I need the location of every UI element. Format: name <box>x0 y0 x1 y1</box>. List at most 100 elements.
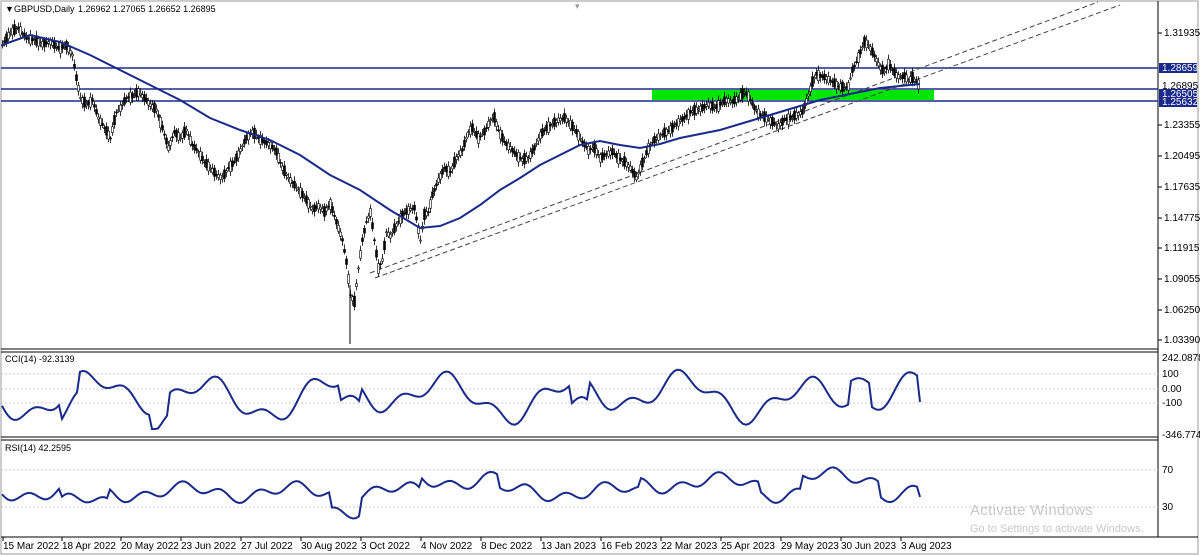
candle-body <box>449 170 452 173</box>
candle-body <box>771 117 774 126</box>
candle-body <box>201 155 204 162</box>
candle-body <box>455 156 458 160</box>
candle-body <box>483 127 486 136</box>
candle-body <box>461 148 464 152</box>
candle-body <box>487 121 490 128</box>
candle-body <box>361 237 364 242</box>
candle-body <box>185 128 188 132</box>
candle-body <box>877 62 880 67</box>
chart-frame <box>0 0 1199 555</box>
candle-body <box>333 214 336 217</box>
candle-body <box>133 94 136 96</box>
candle-body <box>205 159 208 169</box>
date-tick-label: 18 Apr 2022 <box>62 541 116 552</box>
candle-body <box>107 130 110 140</box>
candle-body <box>427 211 430 214</box>
price-tick-label: 1.03390 <box>1164 335 1200 346</box>
candle-body <box>419 239 422 242</box>
symbol-title: GBPUSD,Daily <box>14 4 75 14</box>
candle-body <box>435 183 438 187</box>
candle-body <box>91 98 94 102</box>
candle-body <box>7 32 10 40</box>
candle-body <box>277 152 280 163</box>
candle-body <box>381 258 384 262</box>
candle-body <box>541 128 544 137</box>
candle-body <box>5 33 8 43</box>
candle-body <box>331 206 334 214</box>
candle-body <box>339 231 342 237</box>
candle-body <box>429 199 432 209</box>
date-tick-label: 22 Mar 2023 <box>661 541 718 552</box>
candle-body <box>79 97 82 99</box>
candle-body <box>215 174 218 176</box>
candle-body <box>875 58 878 63</box>
candle-body <box>773 122 776 125</box>
chart-canvas[interactable]: ▼ GBPUSD,Daily 1.26962 1.27065 1.26652 1… <box>0 0 1200 555</box>
candle-body <box>659 134 662 137</box>
candle-body <box>781 117 784 126</box>
candle-body <box>225 170 228 173</box>
candle-body <box>207 161 210 172</box>
candle-body <box>71 53 74 57</box>
date-tick-label: 16 Feb 2023 <box>601 541 658 552</box>
candle-body <box>103 127 106 129</box>
candle-body <box>801 108 804 115</box>
candle-body <box>813 77 816 80</box>
date-tick-label: 4 Nov 2022 <box>421 541 473 552</box>
candle-body <box>175 129 178 138</box>
candle-body <box>167 145 170 151</box>
candle-body <box>195 148 198 151</box>
candle-body <box>239 148 242 152</box>
candle-body <box>271 144 274 150</box>
candle-body <box>479 135 482 138</box>
candle-body <box>365 221 368 223</box>
candle-body <box>163 133 166 136</box>
candle-body <box>643 157 646 160</box>
candle-body <box>179 137 182 140</box>
candle-body <box>139 93 142 96</box>
candle-body <box>145 98 148 103</box>
candle-body <box>853 64 856 68</box>
price-tick-label: 1.09055 <box>1164 274 1200 285</box>
candle-body <box>395 223 398 227</box>
candle-body <box>219 174 222 180</box>
date-tick-label: 29 May 2023 <box>781 541 839 552</box>
scroll-marker-icon: ▾ <box>575 1 580 11</box>
candle-body <box>279 162 282 164</box>
candle-body <box>465 136 468 140</box>
rsi-axis-30: 30 <box>1162 502 1174 513</box>
candle-body <box>187 134 190 136</box>
rsi-label: RSI(14) 42.2595 <box>5 443 71 453</box>
candle-body <box>63 46 66 48</box>
candle-body <box>81 97 84 104</box>
candle-body <box>363 227 366 234</box>
candle-body <box>383 240 386 251</box>
candle-body <box>335 218 338 225</box>
cci-axis-0: 0.00 <box>1162 384 1182 395</box>
candle-body <box>237 150 240 159</box>
candle-body <box>415 216 418 221</box>
symbol-menu-icon[interactable]: ▼ <box>5 4 14 14</box>
candle-body <box>165 137 168 145</box>
candle-body <box>637 171 640 175</box>
candle-body <box>859 49 862 55</box>
candle-body <box>111 126 114 133</box>
candle-body <box>3 40 6 43</box>
candle-body <box>463 139 466 148</box>
candle-body <box>753 105 756 111</box>
candle-body <box>135 88 138 98</box>
candle-body <box>851 66 854 73</box>
candle-body <box>341 238 344 242</box>
candle-body <box>871 47 874 56</box>
candle-body <box>665 129 668 136</box>
candle-body <box>441 168 444 175</box>
candle-body <box>635 176 638 181</box>
candle-body <box>155 108 158 112</box>
date-tick-label: 20 May 2022 <box>121 541 179 552</box>
candle-body <box>171 136 174 139</box>
candle-body <box>223 169 226 179</box>
candle-body <box>203 161 206 164</box>
candle-body <box>353 295 356 308</box>
candle-body <box>99 117 102 126</box>
candle-body <box>431 191 434 198</box>
